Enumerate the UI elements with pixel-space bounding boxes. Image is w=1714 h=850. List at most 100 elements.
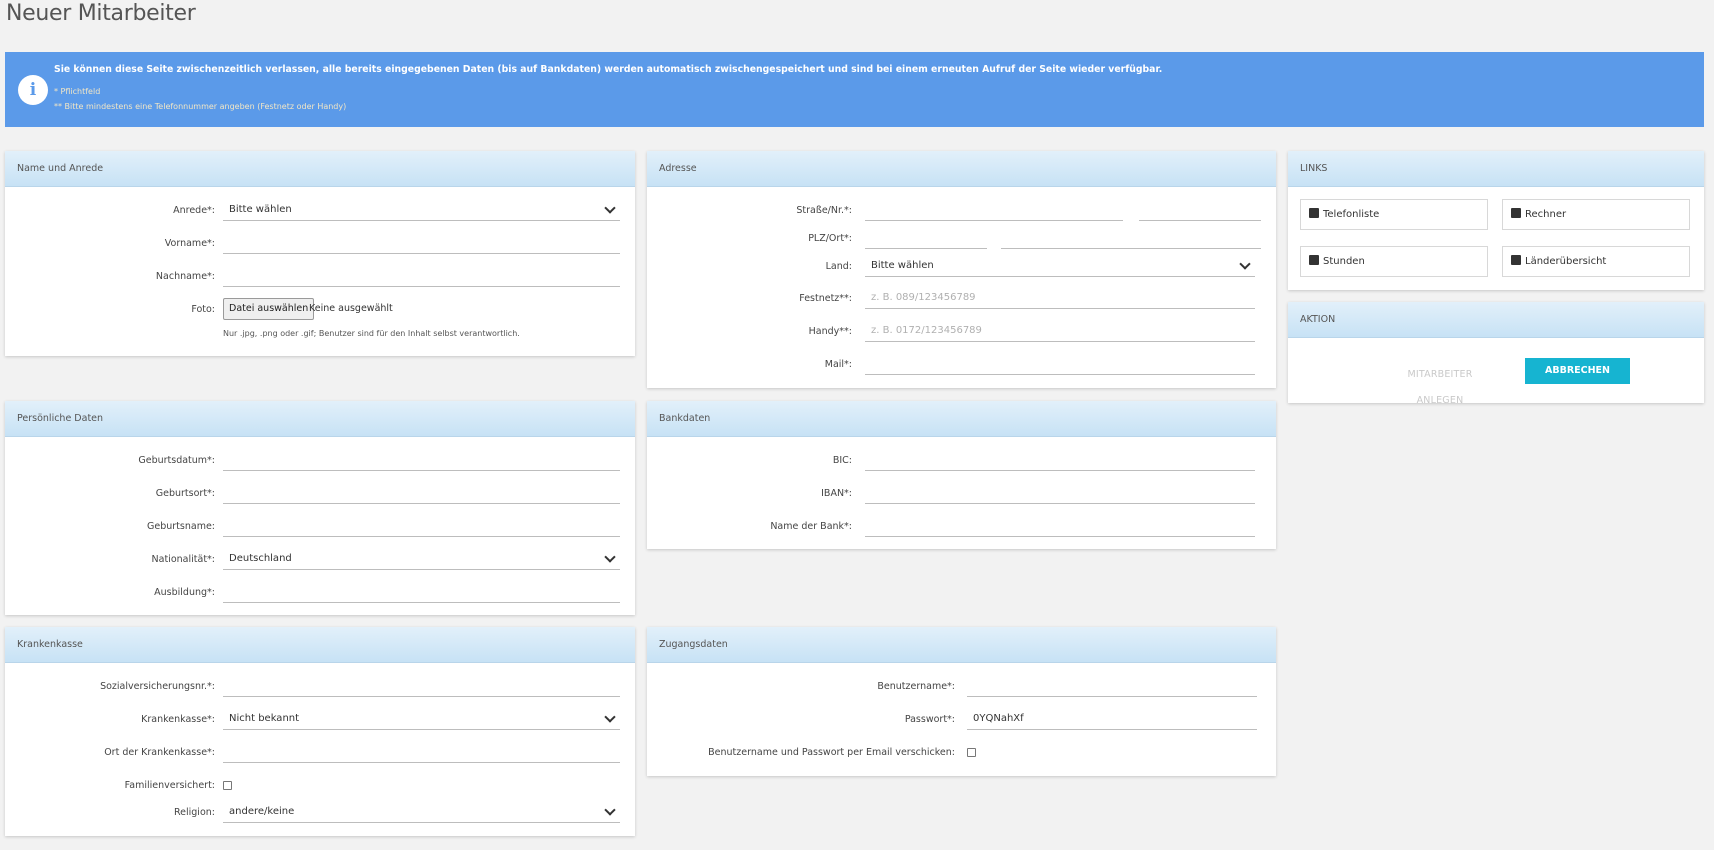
panel-name: Name und Anrede Anrede*: Bitte wählen Vo… [5,151,635,356]
panel-access-title: Zugangsdaten [647,627,1276,663]
panel-personal-title: Persönliche Daten [5,401,635,437]
ort-input[interactable] [1001,227,1261,249]
plz-label: PLZ/Ort*: [808,233,852,244]
username-label: Benutzername*: [877,681,955,692]
ausbildung-label: Ausbildung*: [154,587,215,598]
land-label: Land: [825,261,852,272]
mail-input[interactable] [865,353,1255,375]
chevron-down-icon [1239,258,1251,270]
link-rechner[interactable]: Rechner [1502,199,1690,230]
link-rechner-label: Rechner [1525,209,1567,220]
send-credentials-checkbox[interactable] [967,748,976,757]
send-credentials-label: Benutzername und Passwort per Email vers… [708,747,955,758]
anrede-label: Anrede*: [173,205,215,216]
book-icon [1511,255,1521,265]
geburtsort-input[interactable] [223,482,620,504]
phone-book-icon [1309,208,1319,218]
password-label: Passwort*: [904,714,955,725]
link-laenderuebersicht[interactable]: Länderübersicht [1502,246,1690,277]
chevron-down-icon [604,202,616,214]
link-telefonliste[interactable]: Telefonliste [1300,199,1488,230]
geburtsort-label: Geburtsort*: [155,488,215,499]
iban-input[interactable] [865,482,1255,504]
foto-label: Foto: [191,304,215,315]
panel-name-title: Name und Anrede [5,151,635,187]
religion-value: andere/keine [229,806,295,817]
create-employee-button[interactable]: MITARBEITER ANLEGEN [1384,362,1496,406]
svnr-input[interactable] [223,675,620,697]
krankenkasse-value: Nicht bekannt [229,713,300,724]
mail-label: Mail*: [824,359,852,370]
panel-bank-title: Bankdaten [647,401,1276,437]
krankenkasse-label: Krankenkasse*: [141,714,215,725]
bic-input[interactable] [865,449,1255,471]
plz-input[interactable] [865,227,987,249]
handy-label: Handy**: [808,326,852,337]
anrede-select[interactable]: Bitte wählen [223,199,620,221]
religion-select[interactable]: andere/keine [223,801,620,823]
land-value: Bitte wählen [871,260,934,271]
panel-action-title: AKTION [1288,302,1704,338]
festnetz-input[interactable] [865,287,1255,309]
ausbildung-input[interactable] [223,581,620,603]
panel-links: LINKS Telefonliste Rechner Stunden Lände… [1288,151,1704,290]
calculator-icon [1511,208,1521,218]
familie-checkbox[interactable] [223,781,232,790]
file-select-button[interactable]: Datei auswählen [223,298,315,320]
nationalitaet-select[interactable]: Deutschland [223,548,620,570]
link-telefonliste-label: Telefonliste [1323,209,1380,220]
nationalitaet-value: Deutschland [229,553,292,564]
info-banner: i Sie können diese Seite zwischenzeitlic… [5,52,1704,127]
bankname-label: Name der Bank*: [770,521,852,532]
username-input[interactable] [967,675,1257,697]
kasse-ort-label: Ort der Krankenkasse*: [104,747,215,758]
hausnummer-input[interactable] [1139,199,1261,221]
nationalitaet-label: Nationalität*: [151,554,215,565]
geburtsname-input[interactable] [223,515,620,537]
kasse-ort-input[interactable] [223,741,620,763]
panel-access: Zugangsdaten Benutzername*: Passwort*: B… [647,627,1276,776]
chevron-down-icon [604,711,616,723]
handy-input[interactable] [865,320,1255,342]
svnr-label: Sozialversicherungsnr.*: [100,681,215,692]
geburtsdatum-label: Geburtsdatum*: [138,455,215,466]
land-select[interactable]: Bitte wählen [865,255,1255,277]
chevron-down-icon [604,551,616,563]
bic-label: BIC: [832,455,852,466]
panel-personal: Persönliche Daten Geburtsdatum*: Geburts… [5,401,635,615]
festnetz-label: Festnetz**: [799,293,852,304]
panel-action: AKTION [1288,302,1704,403]
panel-address-title: Adresse [647,151,1276,187]
strasse-label: Straße/Nr.*: [796,205,852,216]
file-status: Keine ausgewählt [309,303,393,314]
panel-links-title: LINKS [1288,151,1704,187]
info-phone-note: ** Bitte mindestens eine Telefonnummer a… [54,102,347,111]
geburtsname-label: Geburtsname: [147,521,215,532]
bankname-input[interactable] [865,515,1255,537]
link-stunden-label: Stunden [1323,256,1365,267]
info-message: Sie können diese Seite zwischenzeitlich … [54,64,1163,75]
page-title: Neuer Mitarbeiter [6,1,196,26]
panel-bank: Bankdaten BIC: IBAN*: Name der Bank*: [647,401,1276,549]
krankenkasse-select[interactable]: Nicht bekannt [223,708,620,730]
vorname-input[interactable] [223,232,620,254]
panel-health: Krankenkasse Sozialversicherungsnr.*: Kr… [5,627,635,836]
nachname-label: Nachname*: [155,271,215,282]
religion-label: Religion: [173,807,215,818]
panel-health-title: Krankenkasse [5,627,635,663]
link-laenderuebersicht-label: Länderübersicht [1525,256,1607,267]
vorname-label: Vorname*: [164,238,215,249]
strasse-input[interactable] [865,199,1123,221]
user-clock-icon [1309,255,1319,265]
geburtsdatum-input[interactable] [223,449,620,471]
password-input[interactable] [967,708,1257,730]
file-hint: Nur .jpg, .png oder .gif; Benutzer sind … [223,329,520,338]
anrede-value: Bitte wählen [229,204,292,215]
cancel-button[interactable]: ABBRECHEN [1525,358,1630,384]
info-icon: i [18,75,48,105]
link-stunden[interactable]: Stunden [1300,246,1488,277]
nachname-input[interactable] [223,265,620,287]
info-required-note: * Pflichtfeld [54,87,101,96]
iban-label: IBAN*: [821,488,852,499]
panel-address: Adresse Straße/Nr.*: PLZ/Ort*: Land: Bit… [647,151,1276,388]
